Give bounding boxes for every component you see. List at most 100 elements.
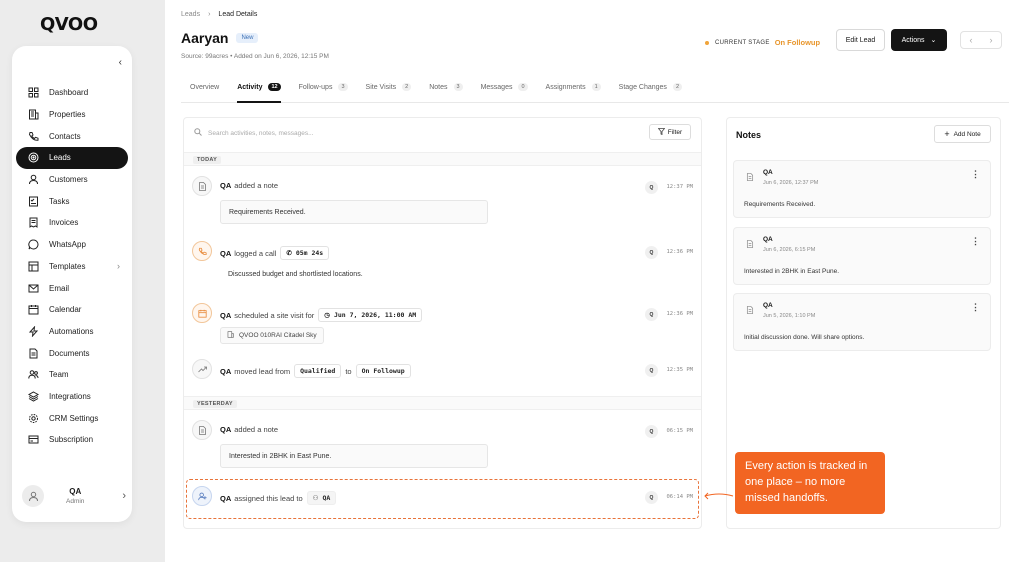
sidebar-item-customers[interactable]: Customers [16, 169, 128, 191]
sidebar-item-automations[interactable]: Automations [16, 321, 128, 343]
user-badge: Q [645, 425, 658, 438]
day-separator-today: TODAY [184, 152, 701, 166]
lead-name: Aaryan [181, 30, 229, 46]
edit-lead-button[interactable]: Edit Lead [836, 29, 885, 51]
note-icon [744, 238, 756, 250]
sidebar-item-dashboard[interactable]: Dashboard [16, 82, 128, 104]
profile-role: Admin [66, 498, 85, 505]
tab-overview[interactable]: Overview [181, 72, 228, 102]
sidebar-item-email[interactable]: Email [16, 277, 128, 299]
breadcrumb-leads-link[interactable]: Leads [181, 11, 200, 18]
actions-button[interactable]: Actions ⌄ [891, 29, 947, 51]
more-options-icon[interactable]: ⋮ [971, 236, 980, 247]
property-chip[interactable]: QVOO 010RAI Citadel Sky [220, 327, 324, 344]
activity-time: 06:15 PM [666, 428, 694, 434]
tab-stage-changes[interactable]: Stage Changes 2 [610, 72, 691, 102]
day-label: YESTERDAY [193, 400, 237, 408]
actions-label: Actions [901, 36, 925, 44]
sidebar-item-templates[interactable]: Templates › [16, 256, 128, 278]
sidebar-item-invoices[interactable]: Invoices [16, 212, 128, 234]
day-label: TODAY [193, 156, 222, 164]
profile-name: QA [69, 487, 82, 496]
sidebar-item-contacts[interactable]: Contacts [16, 125, 128, 147]
activity-time: 12:35 PM [666, 367, 694, 373]
template-icon [28, 261, 39, 272]
user-icon [28, 174, 39, 185]
sidebar-item-subscription[interactable]: Subscription [16, 429, 128, 451]
assignee-chip: ⚇ QA [306, 491, 337, 505]
activity-entry: QA moved lead from Qualified to On Followup… [192, 359, 697, 385]
trend-up-icon [192, 359, 212, 379]
more-options-icon[interactable]: ⋮ [971, 169, 980, 180]
checklist-icon [28, 196, 39, 207]
activity-text: QA moved lead from Qualified to On Followup [220, 364, 415, 378]
note-card[interactable]: QA Jun 6, 2026, 12:37 PM ⋮ Requirements … [733, 160, 991, 218]
tab-assignments[interactable]: Assignments 1 [537, 72, 610, 102]
lead-pager: ‹ › [960, 31, 1002, 49]
sidebar-item-properties[interactable]: Properties [16, 104, 128, 126]
next-lead-button[interactable]: › [981, 32, 1001, 48]
activity-actor: QA [220, 366, 232, 376]
breadcrumb-separator: › [208, 11, 211, 18]
status-badge: New [236, 33, 259, 43]
sidebar-item-calendar[interactable]: Calendar [16, 299, 128, 321]
stage-from-chip: Qualified [294, 364, 342, 378]
user-icon [28, 491, 38, 501]
note-icon [744, 171, 756, 183]
sidebar-item-team[interactable]: Team [16, 364, 128, 386]
note-date: Jun 6, 2026, 12:37 PM [763, 180, 819, 186]
tab-count: 0 [518, 83, 528, 91]
callout-tooltip: Every action is tracked in one place – n… [735, 452, 885, 514]
tab-count: 3 [453, 83, 463, 91]
calendar-icon [28, 304, 39, 315]
chevron-right-icon[interactable]: › [122, 490, 126, 502]
tab-activity[interactable]: Activity 12 [228, 72, 289, 103]
activity-time: 12:37 PM [666, 184, 694, 190]
assignee-name: QA [322, 494, 331, 502]
brand-logo[interactable]: QVOO [40, 14, 98, 35]
sidebar-nav: Dashboard Properties Contacts Leads Cust… [16, 82, 128, 451]
search-icon [194, 128, 202, 138]
tab-label: Site Visits [365, 83, 397, 91]
sidebar-item-label: Dashboard [49, 88, 89, 98]
note-body: Interested in 2BHK in East Pune. [744, 268, 840, 275]
more-options-icon[interactable]: ⋮ [971, 302, 980, 313]
sidebar-item-integrations[interactable]: Integrations [16, 386, 128, 408]
previous-lead-button[interactable]: ‹ [961, 32, 981, 48]
add-note-button[interactable]: + Add Note [934, 125, 991, 143]
property-name: QVOO 010RAI Citadel Sky [239, 332, 317, 339]
tab-count: 2 [402, 83, 412, 91]
sidebar-item-crm-settings[interactable]: CRM Settings [16, 407, 128, 429]
search-input[interactable]: Search activities, notes, messages... [194, 126, 494, 140]
sidebar-item-tasks[interactable]: Tasks [16, 190, 128, 212]
avatar [22, 485, 44, 507]
user-profile[interactable]: QA Admin › [22, 480, 126, 512]
tab-messages[interactable]: Messages 0 [472, 72, 537, 102]
note-card[interactable]: QA Jun 5, 2026, 1:10 PM ⋮ Initial discus… [733, 293, 991, 351]
stage-to-chip: On Followup [355, 364, 411, 378]
tab-count: 1 [591, 83, 601, 91]
visit-datetime-chip: ◷ Jun 7, 2026, 11:00 AM [318, 308, 423, 322]
sidebar-item-whatsapp[interactable]: WhatsApp [16, 234, 128, 256]
card-icon [28, 434, 39, 445]
activity-time: 12:36 PM [666, 311, 694, 317]
lead-source-line: Source: 99acres • Added on Jun 6, 2026, … [181, 53, 329, 60]
sidebar-item-documents[interactable]: Documents [16, 342, 128, 364]
tab-label: Follow-ups [298, 83, 333, 91]
stage-value: On Followup [774, 38, 821, 47]
tab-follow-ups[interactable]: Follow-ups 3 [290, 72, 357, 102]
note-card[interactable]: QA Jun 6, 2026, 6:15 PM ⋮ Interested in … [733, 227, 991, 285]
bolt-icon [28, 325, 39, 337]
filter-button[interactable]: Filter [649, 124, 691, 140]
layers-icon [28, 391, 39, 402]
activity-entry: QA added a note Requirements Received. Q … [192, 176, 697, 226]
phone-icon [28, 131, 39, 142]
day-separator-yesterday: YESTERDAY [184, 396, 701, 410]
breadcrumb-current: Lead Details [218, 11, 258, 18]
profile-info: QA Admin [66, 487, 84, 505]
tab-notes[interactable]: Notes 3 [420, 72, 471, 102]
collapse-sidebar-icon[interactable]: ‹ [119, 57, 122, 68]
tab-site-visits[interactable]: Site Visits 2 [357, 72, 421, 102]
sidebar-item-leads[interactable]: Leads [16, 147, 128, 169]
invoice-icon [28, 217, 39, 229]
